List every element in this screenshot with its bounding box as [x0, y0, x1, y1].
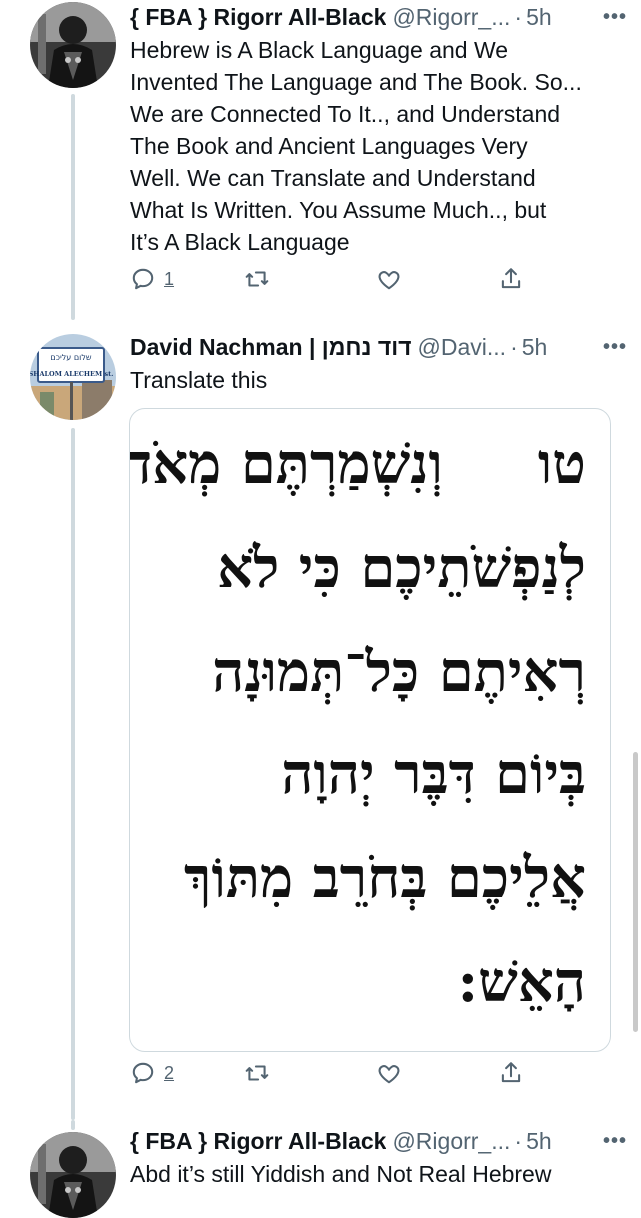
- separator-dot: ·: [510, 333, 518, 360]
- timestamp[interactable]: 5h: [522, 334, 548, 361]
- tweet-3[interactable]: { FBA } Rigorr All-Black @Rigorr_... · 5…: [0, 1120, 641, 1218]
- avatar-rigorr[interactable]: [30, 2, 116, 88]
- tweet-text: Translate this: [130, 364, 601, 396]
- more-icon[interactable]: •••: [603, 1130, 627, 1153]
- reply-count: 1: [164, 268, 175, 289]
- tweet-1[interactable]: { FBA } Rigorr All-Black @Rigorr_... · 5…: [0, 0, 641, 320]
- tweet-text-line: The Book and Ancient Languages Very: [130, 133, 528, 159]
- tweet-media-image[interactable]: טו וְנִשְׁמַרְתֶּם מְאֹד לְנַפְשֹׁתֵיכֶם…: [129, 408, 611, 1052]
- user-handle[interactable]: @Rigorr_...: [392, 4, 510, 31]
- avatar-rigorr[interactable]: [30, 1132, 116, 1218]
- tweet-header: { FBA } Rigorr All-Black @Rigorr_... · 5…: [130, 0, 571, 34]
- sign-hebrew-text: שלום עליכם: [50, 353, 91, 362]
- tweet-text-line: It’s A Black Language: [130, 229, 350, 255]
- hebrew-verse-line: לְנַפְשֹׁתֵיכֶם כִּי לֹא: [217, 535, 586, 601]
- hebrew-verse-line: טו וְנִשְׁמַרְתֶּם מְאֹד: [130, 431, 586, 497]
- avatar-david[interactable]: שלום עליכם SHALOM ALECHEM st.: [30, 334, 116, 420]
- share-button[interactable]: [498, 266, 524, 292]
- retweet-icon: [244, 1060, 270, 1086]
- tweet-text-line: Abd it’s still Yiddish and Not Real Hebr…: [130, 1161, 552, 1187]
- reply-button[interactable]: 2: [130, 1060, 174, 1086]
- user-handle[interactable]: @Davi...: [418, 334, 507, 361]
- display-name[interactable]: { FBA } Rigorr All-Black: [130, 1128, 386, 1155]
- scrollbar[interactable]: [633, 752, 638, 1032]
- retweet-button[interactable]: [244, 1060, 278, 1086]
- tweet-text-line: Hebrew is A Black Language and We: [130, 37, 509, 63]
- thread-line: [71, 1120, 75, 1130]
- action-bar: 2: [130, 1060, 530, 1094]
- share-button[interactable]: [498, 1060, 524, 1086]
- tweet-header: David Nachman | דוד נחמן @Davi... · 5h: [130, 330, 571, 364]
- tweet-text: Hebrew is A Black Language and We Invent…: [130, 34, 601, 258]
- separator-dot: ·: [514, 1127, 523, 1154]
- hebrew-verse-line: אֲלֵיכֶם בְּחֹרֵב מִתּוֹךְ: [184, 845, 586, 911]
- hebrew-verse-line: הָאֵשׁ:: [457, 949, 587, 1015]
- retweet-icon: [244, 266, 270, 292]
- reply-icon: [130, 1060, 156, 1086]
- timestamp[interactable]: 5h: [526, 4, 552, 31]
- timestamp[interactable]: 5h: [526, 1128, 552, 1155]
- reply-count: 2: [164, 1062, 175, 1083]
- action-bar: 1: [130, 266, 530, 300]
- reply-icon: [130, 266, 156, 292]
- separator-dot: ·: [514, 3, 523, 30]
- share-icon: [498, 266, 524, 292]
- tweet-text-line: We are Connected To It.., and Understand: [130, 101, 561, 127]
- hebrew-verse-line: בְּיוֹם דִּבֶּר יְהוָה: [281, 741, 586, 807]
- tweet-text-line: What Is Written. You Assume Much.., but: [130, 197, 547, 223]
- tweet-text-line: Well. We can Translate and Understand: [130, 165, 536, 191]
- like-icon: [376, 266, 402, 292]
- more-icon[interactable]: •••: [603, 6, 627, 29]
- thread-line: [71, 94, 75, 320]
- hebrew-verse-line: רְאִיתֶם כָּל־תְּמוּנָה: [212, 639, 586, 705]
- tweet-text: Abd it’s still Yiddish and Not Real Hebr…: [130, 1158, 631, 1190]
- more-icon[interactable]: •••: [603, 336, 627, 359]
- like-icon: [376, 1060, 402, 1086]
- display-name[interactable]: { FBA } Rigorr All-Black: [130, 4, 386, 31]
- like-button[interactable]: [376, 1060, 410, 1086]
- tweet-text-line: Invented The Language and The Book. So..…: [130, 69, 582, 95]
- share-icon: [498, 1060, 524, 1086]
- display-name[interactable]: David Nachman | דוד נחמן: [130, 334, 412, 361]
- retweet-button[interactable]: [244, 266, 278, 292]
- tweet-header: { FBA } Rigorr All-Black @Rigorr_... · 5…: [130, 1124, 571, 1158]
- reply-button[interactable]: 1: [130, 266, 174, 292]
- user-handle[interactable]: @Rigorr_...: [392, 1128, 510, 1155]
- hebrew-verse-text: וְנִשְׁמַרְתֶּם מְאֹד: [129, 431, 443, 497]
- thread-line: [71, 428, 75, 1120]
- verse-number: טו: [537, 431, 586, 497]
- tweet-text-line: Translate this: [130, 367, 268, 393]
- sign-english-text: SHALOM ALECHEM st.: [30, 370, 113, 378]
- like-button[interactable]: [376, 266, 410, 292]
